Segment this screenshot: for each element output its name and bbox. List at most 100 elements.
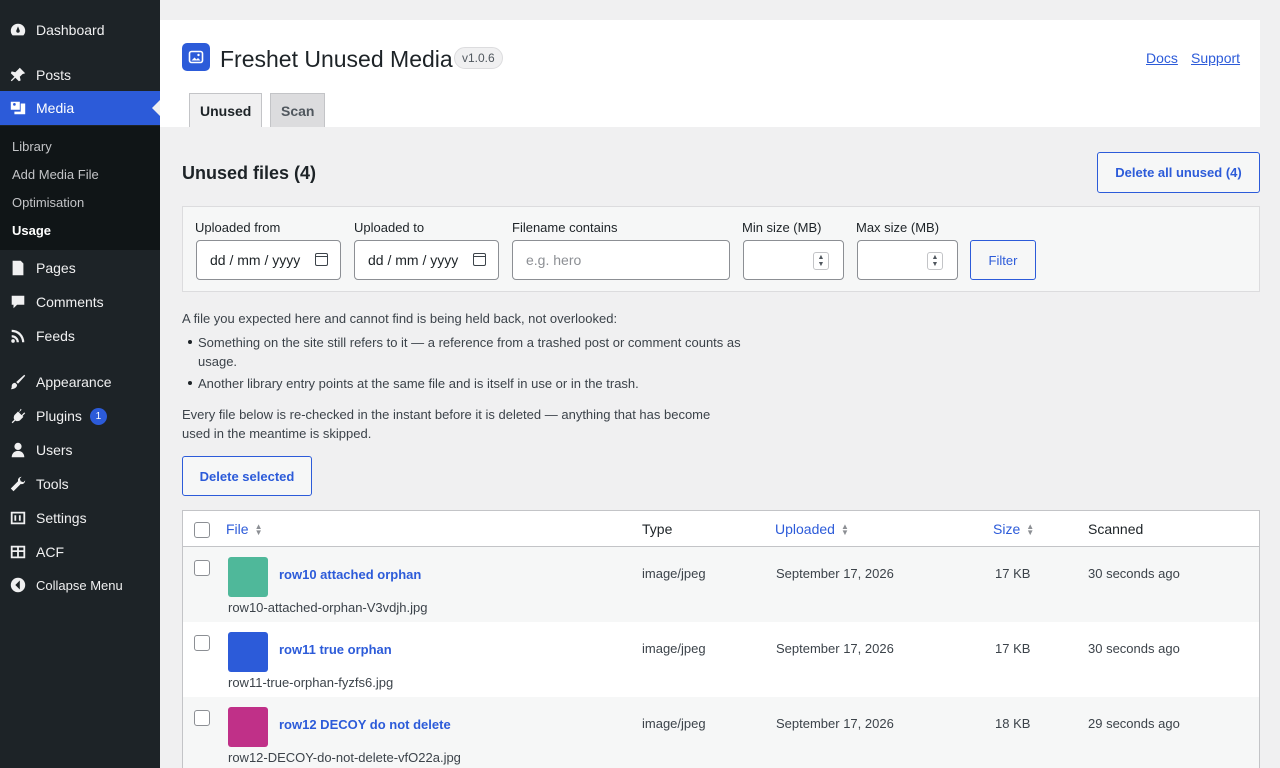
recheck-notice-cont: used in the meantime is skipped.: [182, 426, 372, 441]
table-row: row12 DECOY do not delete row12-DECOY-do…: [183, 697, 1259, 768]
file-title-link[interactable]: row12 DECOY do not delete: [279, 717, 451, 732]
min-size-label: Min size (MB): [742, 220, 822, 235]
section-title: Unused files (4): [182, 163, 317, 183]
grid-icon: [0, 543, 36, 561]
held-back-notice: A file you expected here and cannot find…: [182, 311, 618, 326]
recheck-notice: Every file below is re-checked in the in…: [182, 407, 711, 422]
max-size-input[interactable]: ▲ ▼: [857, 240, 958, 280]
column-header-size[interactable]: Size ▲ ▼: [993, 521, 1034, 537]
file-type: image/jpeg: [642, 641, 706, 656]
sort-arrows-icon: ▲ ▼: [840, 522, 849, 538]
menu-label: Plugins: [36, 408, 82, 424]
menu-label: ACF: [36, 544, 64, 560]
menu-label: Media: [36, 100, 75, 116]
admin-sidebar: Dashboard Posts Media Library Add Media …: [0, 0, 160, 768]
menu-item-dashboard[interactable]: Dashboard: [0, 13, 160, 47]
file-uploaded: September 17, 2026: [776, 716, 894, 731]
file-name: row11-true-orphan-fyzfs6.jpg: [228, 675, 394, 690]
column-label: Uploaded: [775, 521, 835, 537]
pin-icon: [0, 66, 36, 84]
select-all-checkbox[interactable]: [194, 522, 210, 538]
sort-arrows-icon: ▲ ▼: [1026, 522, 1035, 538]
rss-icon: [0, 327, 36, 345]
tab-scan[interactable]: Scan: [270, 93, 326, 127]
tab-unused[interactable]: Unused: [189, 93, 263, 127]
filename-placeholder: e.g. hero: [526, 252, 582, 268]
number-spinner-icon[interactable]: ▲ ▼: [813, 252, 829, 270]
file-type: image/jpeg: [642, 566, 706, 581]
file-thumbnail[interactable]: [228, 632, 268, 672]
menu-item-comments[interactable]: Comments: [0, 285, 160, 319]
wrench-icon: [0, 475, 36, 493]
filename-contains-input[interactable]: e.g. hero: [512, 240, 730, 280]
collapse-icon: [0, 576, 36, 594]
row-checkbox[interactable]: [194, 710, 210, 726]
file-scanned: 30 seconds ago: [1088, 641, 1180, 656]
file-scanned: 30 seconds ago: [1088, 566, 1180, 581]
menu-label: Pages: [36, 260, 76, 276]
bullet-dot: [188, 340, 192, 344]
menu-item-acf[interactable]: ACF: [0, 535, 160, 569]
file-title-link[interactable]: row11 true orphan: [279, 642, 392, 657]
menu-item-collapse[interactable]: Collapse Menu: [0, 568, 160, 602]
file-thumbnail[interactable]: [228, 557, 268, 597]
column-header-file[interactable]: File ▲ ▼: [226, 521, 262, 537]
file-type: image/jpeg: [642, 716, 706, 731]
notice-bullet-reference-cont: usage.: [198, 354, 238, 369]
table-row: row11 true orphan row11-true-orphan-fyzf…: [183, 622, 1259, 697]
uploaded-to-date-input[interactable]: dd / mm / yyyy: [354, 240, 499, 280]
column-label: File: [226, 521, 249, 537]
number-spinner-icon[interactable]: ▲ ▼: [927, 252, 943, 270]
column-header-uploaded[interactable]: Uploaded ▲ ▼: [775, 521, 849, 537]
page-icon: [0, 259, 36, 277]
menu-item-tools[interactable]: Tools: [0, 467, 160, 501]
calendar-icon[interactable]: [315, 253, 328, 266]
menu-label: Collapse Menu: [36, 577, 123, 593]
file-title-link[interactable]: row10 attached orphan: [279, 567, 421, 582]
column-label: Size: [993, 521, 1021, 537]
menu-item-media[interactable]: Media: [0, 91, 160, 125]
submenu-usage[interactable]: Usage: [12, 223, 51, 238]
uploaded-from-date-input[interactable]: dd / mm / yyyy: [196, 240, 341, 280]
menu-item-settings[interactable]: Settings: [0, 501, 160, 535]
min-size-input[interactable]: ▲ ▼: [743, 240, 844, 280]
support-link[interactable]: Support: [1191, 50, 1240, 66]
file-name: row10-attached-orphan-V3vdjh.jpg: [228, 600, 428, 615]
version-badge: v1.0.6: [454, 47, 503, 69]
user-icon: [0, 441, 36, 459]
file-scanned: 29 seconds ago: [1088, 716, 1180, 731]
calendar-icon[interactable]: [473, 253, 486, 266]
column-header-scanned: Scanned: [1088, 521, 1144, 537]
submenu-optimisation[interactable]: Optimisation: [12, 195, 84, 210]
docs-link[interactable]: Docs: [1146, 50, 1178, 66]
filter-button[interactable]: Filter: [970, 240, 1036, 280]
submenu-add-media-file[interactable]: Add Media File: [12, 167, 99, 182]
menu-item-pages[interactable]: Pages: [0, 251, 160, 285]
menu-label: Settings: [36, 510, 87, 526]
menu-item-plugins[interactable]: Plugins 1: [0, 399, 160, 433]
current-menu-arrow: [152, 100, 160, 116]
row-checkbox[interactable]: [194, 560, 210, 576]
filename-contains-label: Filename contains: [512, 220, 618, 235]
menu-item-appearance[interactable]: Appearance: [0, 365, 160, 399]
media-icon: [0, 99, 36, 117]
delete-all-unused-button[interactable]: Delete all unused (4): [1097, 152, 1260, 193]
menu-item-feeds[interactable]: Feeds: [0, 319, 160, 353]
file-thumbnail[interactable]: [228, 707, 268, 747]
menu-item-posts[interactable]: Posts: [0, 58, 160, 92]
unused-files-table: File ▲ ▼ Type Uploaded ▲ ▼ Size ▲ ▼ Scanned ro…: [182, 510, 1260, 768]
comment-icon: [0, 293, 36, 311]
row-checkbox[interactable]: [194, 635, 210, 651]
file-name: row12-DECOY-do-not-delete-vfO22a.jpg: [228, 750, 461, 765]
menu-label: Comments: [36, 294, 104, 310]
media-submenu: Library Add Media File Optimisation Usag…: [0, 126, 160, 250]
submenu-library[interactable]: Library: [12, 139, 52, 154]
delete-selected-button[interactable]: Delete selected: [182, 456, 312, 496]
menu-item-users[interactable]: Users: [0, 433, 160, 467]
menu-label: Feeds: [36, 328, 75, 344]
dashboard-icon: [0, 21, 36, 39]
file-uploaded: September 17, 2026: [776, 641, 894, 656]
notice-bullet-reference: Something on the site still refers to it…: [198, 335, 741, 350]
bullet-dot: [188, 381, 192, 385]
plugin-logo-icon: [182, 43, 210, 71]
